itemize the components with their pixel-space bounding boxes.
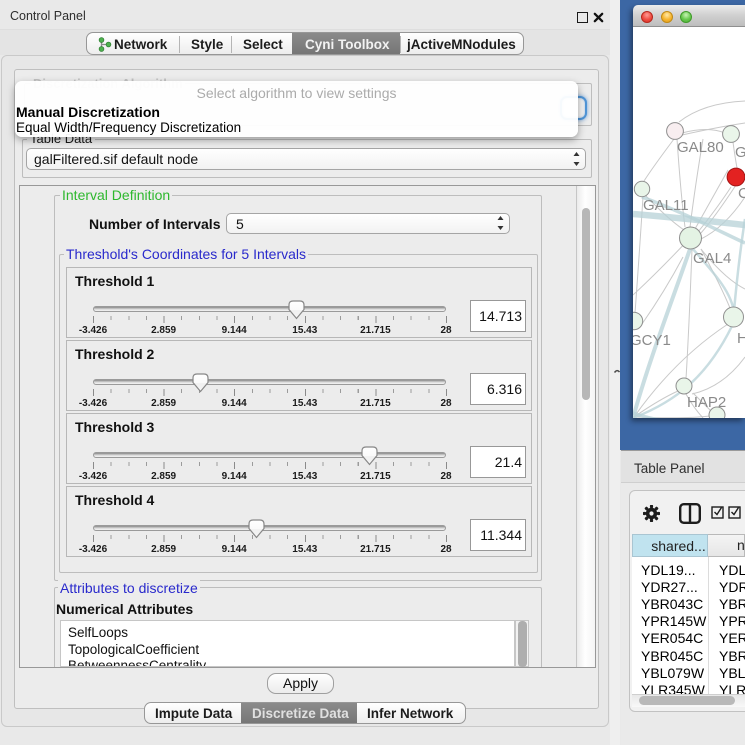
svg-text:GA: GA: [735, 144, 745, 161]
svg-text:GAL11: GAL11: [643, 197, 689, 214]
svg-text:HAP2: HAP2: [687, 394, 726, 411]
svg-text:H: H: [737, 330, 745, 347]
svg-text:GAL80: GAL80: [677, 139, 724, 156]
svg-text:GAL4: GAL4: [693, 250, 731, 267]
svg-text:GCY1: GCY1: [633, 332, 671, 349]
svg-text:C: C: [738, 185, 745, 202]
